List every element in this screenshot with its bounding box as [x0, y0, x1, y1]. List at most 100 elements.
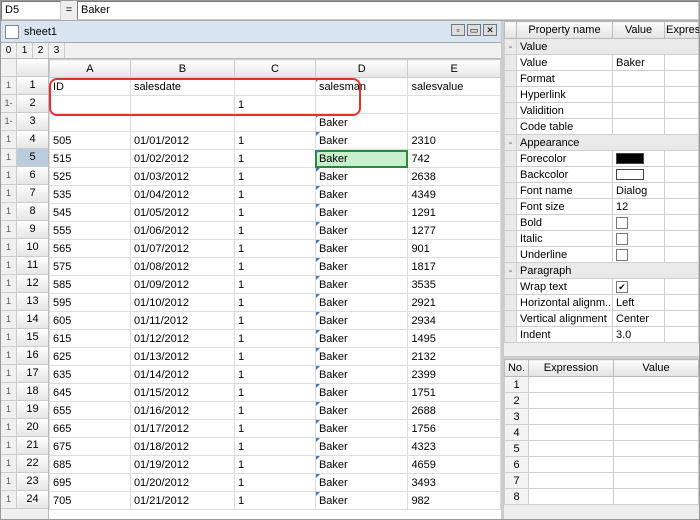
- cell[interactable]: [235, 78, 316, 96]
- column-header[interactable]: D: [315, 60, 408, 78]
- cell[interactable]: 605: [50, 312, 131, 330]
- cell[interactable]: [130, 96, 234, 114]
- row-header[interactable]: 15: [1, 149, 48, 167]
- cell[interactable]: 1756: [408, 420, 501, 438]
- cell[interactable]: 695: [50, 474, 131, 492]
- cell[interactable]: 1: [235, 366, 316, 384]
- row-header[interactable]: 113: [1, 293, 48, 311]
- cell[interactable]: 4659: [408, 456, 501, 474]
- prop-value[interactable]: [613, 151, 665, 167]
- row-header[interactable]: 18: [1, 203, 48, 221]
- expr-cell[interactable]: [529, 393, 614, 409]
- cell[interactable]: 635: [50, 366, 131, 384]
- prop-expr[interactable]: [665, 295, 699, 311]
- column-header[interactable]: A: [50, 60, 131, 78]
- cell[interactable]: 742: [408, 150, 501, 168]
- table-row[interactable]: 59501/10/20121Baker2921: [50, 294, 501, 312]
- cell[interactable]: [408, 96, 501, 114]
- cell[interactable]: 685: [50, 456, 131, 474]
- row-header[interactable]: 110: [1, 239, 48, 257]
- cell[interactable]: 01/02/2012: [130, 150, 234, 168]
- outline-level[interactable]: 3: [49, 43, 65, 58]
- prop-value[interactable]: [613, 247, 665, 263]
- minimize-icon[interactable]: ▫: [451, 24, 465, 36]
- prop-expr[interactable]: [665, 199, 699, 215]
- column-header[interactable]: B: [130, 60, 234, 78]
- cell[interactable]: Baker: [315, 168, 408, 186]
- cell[interactable]: 505: [50, 132, 131, 150]
- prop-expr[interactable]: [665, 87, 699, 103]
- row-header[interactable]: 124: [1, 491, 48, 509]
- cell[interactable]: Baker: [315, 276, 408, 294]
- prop-value[interactable]: [613, 215, 665, 231]
- collapse-icon[interactable]: -: [505, 39, 517, 55]
- cell[interactable]: 01/04/2012: [130, 186, 234, 204]
- cell[interactable]: 4349: [408, 186, 501, 204]
- outline-level[interactable]: 2: [33, 43, 49, 58]
- cell[interactable]: 2132: [408, 348, 501, 366]
- cell[interactable]: 1: [235, 294, 316, 312]
- cell[interactable]: 645: [50, 384, 131, 402]
- checkbox[interactable]: ✔: [616, 281, 628, 293]
- cell[interactable]: 1: [235, 420, 316, 438]
- table-row[interactable]: 50501/01/20121Baker2310: [50, 132, 501, 150]
- cell[interactable]: Baker: [315, 330, 408, 348]
- expr-cell[interactable]: [529, 441, 614, 457]
- cell[interactable]: Baker: [315, 186, 408, 204]
- cell[interactable]: salesdate: [130, 78, 234, 96]
- cell[interactable]: 655: [50, 402, 131, 420]
- table-row[interactable]: 57501/08/20121Baker1817: [50, 258, 501, 276]
- prop-value[interactable]: Center: [613, 311, 665, 327]
- table-row[interactable]: 70501/21/20121Baker982: [50, 492, 501, 510]
- table-row[interactable]: 67501/18/20121Baker4323: [50, 438, 501, 456]
- cell[interactable]: 01/15/2012: [130, 384, 234, 402]
- cell[interactable]: 1: [235, 474, 316, 492]
- cell[interactable]: 1: [235, 456, 316, 474]
- table-row[interactable]: 66501/17/20121Baker1756: [50, 420, 501, 438]
- table-row[interactable]: 1: [50, 96, 501, 114]
- cell[interactable]: 1: [235, 312, 316, 330]
- cell[interactable]: 1: [235, 492, 316, 510]
- cell[interactable]: 1: [235, 150, 316, 168]
- cell[interactable]: Baker: [315, 366, 408, 384]
- cell[interactable]: 1: [235, 186, 316, 204]
- column-header[interactable]: E: [408, 60, 501, 78]
- row-header[interactable]: 118: [1, 383, 48, 401]
- prop-value[interactable]: Dialog: [613, 183, 665, 199]
- cell[interactable]: 615: [50, 330, 131, 348]
- cell[interactable]: 1: [235, 96, 316, 114]
- cell[interactable]: 2310: [408, 132, 501, 150]
- prop-value[interactable]: [613, 119, 665, 135]
- cell[interactable]: 545: [50, 204, 131, 222]
- table-row[interactable]: 55501/06/20121Baker1277: [50, 222, 501, 240]
- expr-value[interactable]: [614, 377, 699, 393]
- prop-value[interactable]: ✔: [613, 279, 665, 295]
- row-header[interactable]: 1-3: [1, 113, 48, 131]
- cell[interactable]: [315, 96, 408, 114]
- grid-area[interactable]: ABCDEIDsalesdatesalesmansalesvalue1Baker…: [49, 59, 501, 519]
- expr-value[interactable]: [614, 473, 699, 489]
- cell[interactable]: 1495: [408, 330, 501, 348]
- prop-expr[interactable]: [665, 119, 699, 135]
- cell[interactable]: 1: [235, 240, 316, 258]
- prop-value[interactable]: [613, 167, 665, 183]
- cell[interactable]: 1: [235, 384, 316, 402]
- table-row[interactable]: 58501/09/20121Baker3535: [50, 276, 501, 294]
- cell[interactable]: Baker: [315, 222, 408, 240]
- prop-expr[interactable]: [665, 71, 699, 87]
- cell[interactable]: 535: [50, 186, 131, 204]
- prop-value[interactable]: Left: [613, 295, 665, 311]
- expr-cell[interactable]: [529, 489, 614, 505]
- prop-value[interactable]: [613, 87, 665, 103]
- prop-value[interactable]: Baker: [613, 55, 665, 71]
- expr-value[interactable]: [614, 441, 699, 457]
- cell[interactable]: 2399: [408, 366, 501, 384]
- cell[interactable]: 1: [235, 402, 316, 420]
- row-header[interactable]: 116: [1, 347, 48, 365]
- formula-input[interactable]: Baker: [77, 1, 699, 20]
- cell[interactable]: 1277: [408, 222, 501, 240]
- row-header[interactable]: 19: [1, 221, 48, 239]
- expr-cell[interactable]: [529, 457, 614, 473]
- cell[interactable]: 01/09/2012: [130, 276, 234, 294]
- prop-expr[interactable]: [665, 215, 699, 231]
